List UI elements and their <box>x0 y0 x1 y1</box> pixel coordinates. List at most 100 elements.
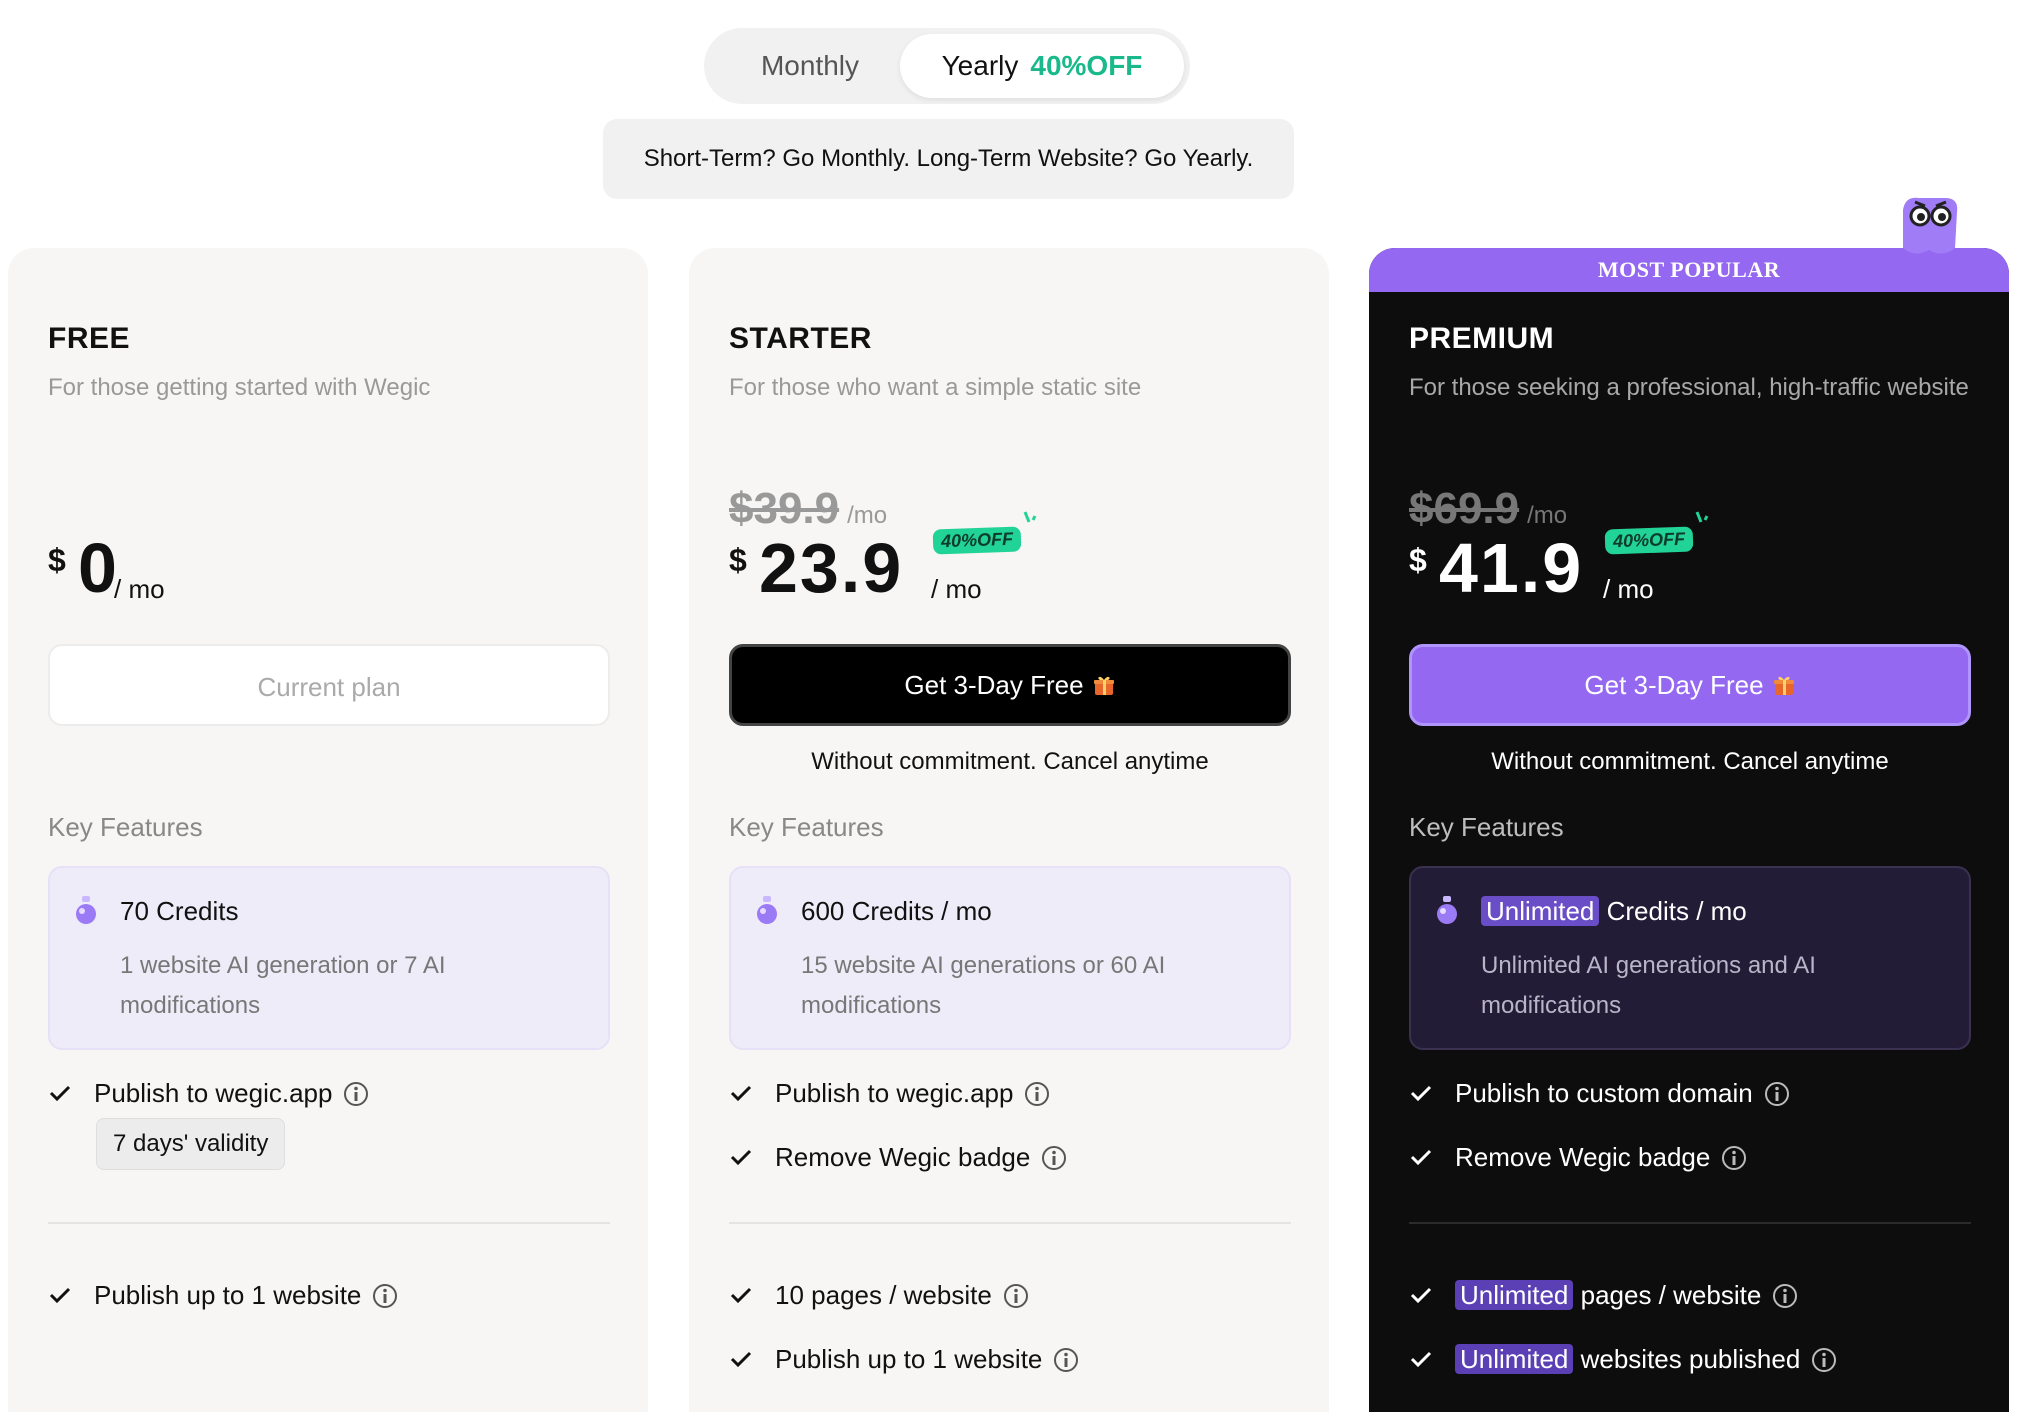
check-icon <box>1410 1351 1432 1368</box>
feature-label: Publish to custom domain <box>1455 1078 1753 1108</box>
feature-label: Publish to wegic.app <box>94 1078 333 1108</box>
price-period: / mo <box>931 574 982 604</box>
plan-name: FREE <box>48 322 131 355</box>
plan-card-starter: STARTER For those who want a simple stat… <box>689 248 1329 1412</box>
feature-item: Unlimited pages / website <box>1409 1280 1799 1311</box>
free-trial-button[interactable]: Get 3-Day Free <box>729 644 1291 726</box>
original-price: $39.9/mo <box>729 484 887 534</box>
feature-label: websites published <box>1580 1344 1801 1374</box>
info-icon[interactable] <box>1720 1144 1748 1172</box>
potion-icon <box>1437 896 1457 924</box>
original-price-amount: $69.9 <box>1409 484 1520 533</box>
credits-description: Unlimited AI generations and AI modifica… <box>1481 952 1816 1019</box>
divider <box>48 1222 610 1224</box>
plan-description: For those seeking a professional, high-t… <box>1409 374 1969 401</box>
feature-item: Unlimited websites published <box>1409 1344 1838 1375</box>
free-trial-button[interactable]: Get 3-Day Free <box>1409 644 1971 726</box>
plan-card-free: FREE For those getting started with Wegi… <box>8 248 648 1412</box>
check-icon <box>730 1085 752 1102</box>
info-icon[interactable] <box>1040 1144 1068 1172</box>
feature-item: Remove Wegic badge <box>1409 1142 1748 1173</box>
key-features-title: Key Features <box>1409 812 1564 842</box>
price-amount: 23.9 <box>759 529 904 607</box>
credits-title: Unlimited Credits / mo <box>1481 896 1747 927</box>
credits-description: 1 website AI generation or 7 AI modifica… <box>120 952 446 1019</box>
gift-icon <box>1093 676 1114 695</box>
credits-box: 70 Credits 1 website AI generation or 7 … <box>48 866 610 1050</box>
discount-badge: 40%OFF <box>932 526 1022 555</box>
check-icon <box>1410 1287 1432 1304</box>
credits-title: 70 Credits <box>120 896 239 926</box>
sparkle-icon <box>1695 511 1709 523</box>
price-amount: 0 <box>78 529 119 607</box>
billing-option-monthly[interactable]: Monthly <box>710 34 910 98</box>
billing-option-yearly[interactable]: Yearly 40%OFF <box>900 34 1184 98</box>
info-icon[interactable] <box>1763 1080 1791 1108</box>
free-trial-label: Get 3-Day Free <box>904 670 1084 700</box>
check-icon <box>1410 1085 1432 1102</box>
feature-item: Remove Wegic badge <box>729 1142 1068 1173</box>
info-icon[interactable] <box>342 1080 370 1108</box>
info-icon[interactable] <box>1771 1282 1799 1310</box>
feature-item: Publish up to 1 website <box>48 1280 399 1311</box>
unlimited-highlight: Unlimited <box>1455 1344 1574 1374</box>
original-price-period: /mo <box>847 502 888 529</box>
feature-label: Publish up to 1 website <box>94 1280 362 1310</box>
check-icon <box>49 1287 71 1304</box>
check-icon <box>730 1149 752 1166</box>
price-amount: 41.9 <box>1439 529 1584 607</box>
credits-box: 600 Credits / mo 15 website AI generatio… <box>729 866 1291 1050</box>
check-icon <box>730 1351 752 1368</box>
plan-description: For those getting started with Wegic <box>48 374 431 401</box>
info-icon[interactable] <box>1052 1346 1080 1374</box>
credits-title-rest: Credits / mo <box>1606 896 1747 926</box>
potion-icon <box>76 896 96 924</box>
original-price-amount: $39.9 <box>729 484 840 533</box>
info-icon[interactable] <box>1810 1346 1838 1374</box>
billing-hint: Short-Term? Go Monthly. Long-Term Websit… <box>603 119 1294 199</box>
mascot-icon <box>1903 197 1958 254</box>
check-icon <box>730 1287 752 1304</box>
feature-label: Publish to wegic.app <box>775 1078 1014 1108</box>
key-features-title: Key Features <box>48 812 203 842</box>
plan-card-premium: MOST POPULAR PREMIUM For those seeking a… <box>1369 197 2009 1412</box>
info-icon[interactable] <box>1023 1080 1051 1108</box>
original-price-period: /mo <box>1527 502 1568 529</box>
yearly-discount-badge: 40%OFF <box>1030 50 1143 81</box>
info-icon[interactable] <box>371 1282 399 1310</box>
plan-name: STARTER <box>729 322 872 355</box>
unlimited-highlight: Unlimited <box>1455 1280 1574 1310</box>
billing-toggle: Monthly Yearly 40%OFF <box>704 28 1190 104</box>
gift-icon <box>1773 676 1794 695</box>
divider <box>729 1222 1291 1224</box>
original-price: $69.9/mo <box>1409 484 1567 534</box>
feature-label: Publish up to 1 website <box>775 1344 1043 1374</box>
check-icon <box>49 1085 71 1102</box>
credits-description: 15 website AI generations or 60 AI modif… <box>801 952 1166 1019</box>
current-plan-button[interactable]: Current plan <box>48 644 610 726</box>
discount-badge: 40%OFF <box>1604 526 1694 555</box>
plan-name: PREMIUM <box>1409 322 1555 355</box>
feature-item: 10 pages / website <box>729 1280 1030 1311</box>
sparkle-icon <box>1023 511 1037 523</box>
yearly-label: Yearly <box>941 50 1019 81</box>
currency-symbol: $ <box>729 542 747 578</box>
info-icon[interactable] <box>1002 1282 1030 1310</box>
feature-label: Remove Wegic badge <box>775 1142 1031 1172</box>
divider <box>1409 1222 1971 1224</box>
price-period: / mo <box>1603 574 1654 604</box>
no-commitment-note: Without commitment. Cancel anytime <box>811 748 1209 775</box>
currency-symbol: $ <box>48 542 66 578</box>
feature-label: pages / website <box>1580 1280 1762 1310</box>
plan-description: For those who want a simple static site <box>729 374 1142 401</box>
unlimited-highlight: Unlimited <box>1481 896 1600 926</box>
potion-icon <box>757 896 777 924</box>
feature-item: Publish to custom domain <box>1409 1078 1791 1109</box>
feature-item: Publish up to 1 website <box>729 1344 1080 1375</box>
validity-tag: 7 days' validity <box>96 1118 286 1170</box>
currency-symbol: $ <box>1409 542 1427 578</box>
feature-label: Remove Wegic badge <box>1455 1142 1711 1172</box>
price-period: / mo <box>114 574 165 604</box>
key-features-title: Key Features <box>729 812 884 842</box>
free-trial-label: Get 3-Day Free <box>1584 670 1764 700</box>
